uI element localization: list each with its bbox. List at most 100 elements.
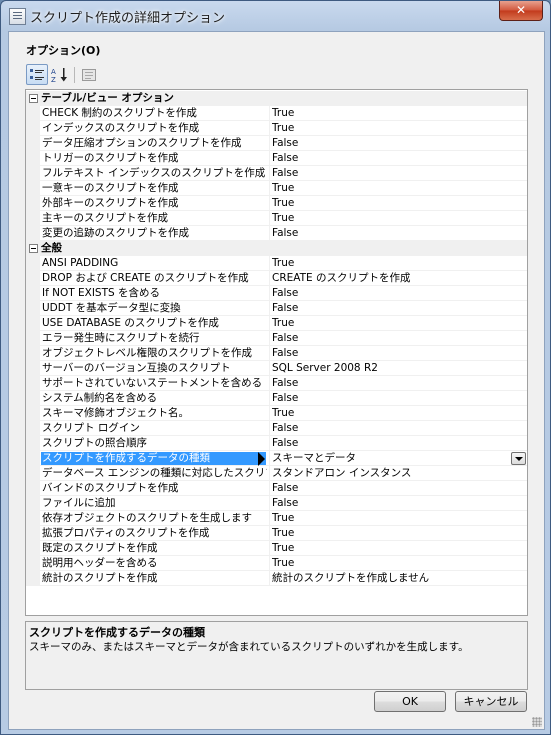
property-name[interactable]: データベース エンジンの種類に対応したスクリプト bbox=[42, 467, 267, 480]
property-row[interactable]: スキーマ修飾オブジェクト名。 True bbox=[26, 406, 527, 421]
property-name[interactable]: スクリプトの照合順序 bbox=[42, 437, 267, 450]
property-row[interactable]: エラー発生時にスクリプトを続行 False bbox=[26, 331, 527, 346]
column-divider[interactable] bbox=[269, 331, 270, 346]
property-row[interactable]: 説明用ヘッダーを含める True bbox=[26, 556, 527, 571]
column-divider[interactable] bbox=[269, 256, 270, 271]
property-row[interactable]: スクリプトを作成するデータの種類 スキーマとデータ bbox=[26, 451, 527, 466]
resize-grip[interactable] bbox=[532, 717, 542, 727]
property-value[interactable]: True bbox=[272, 212, 512, 225]
property-row[interactable]: ANSI PADDING True bbox=[26, 256, 527, 271]
property-row[interactable]: DROP および CREATE のスクリプトを作成 CREATE のスクリプトを作… bbox=[26, 271, 527, 286]
property-name[interactable]: UDDT を基本データ型に変換 bbox=[42, 302, 267, 315]
column-divider[interactable] bbox=[269, 181, 270, 196]
property-name[interactable]: 統計のスクリプトを作成 bbox=[42, 572, 267, 585]
property-name[interactable]: データ圧縮オプションのスクリプトを作成 bbox=[42, 137, 267, 150]
alphabetical-button[interactable]: A Z bbox=[49, 64, 71, 85]
column-divider[interactable] bbox=[269, 526, 270, 541]
property-value[interactable]: True bbox=[272, 257, 512, 270]
property-value[interactable]: False bbox=[272, 347, 512, 360]
category-row[interactable]: 全般 bbox=[26, 241, 527, 256]
property-row[interactable]: USE DATABASE のスクリプトを作成 True bbox=[26, 316, 527, 331]
property-name[interactable]: システム制約名を含める bbox=[42, 392, 267, 405]
property-name[interactable]: USE DATABASE のスクリプトを作成 bbox=[42, 317, 267, 330]
column-divider[interactable] bbox=[269, 136, 270, 151]
property-value[interactable]: False bbox=[272, 437, 512, 450]
category-row[interactable]: テーブル/ビュー オプション bbox=[26, 91, 527, 106]
column-divider[interactable] bbox=[269, 226, 270, 241]
property-value[interactable]: True bbox=[272, 407, 512, 420]
property-row[interactable]: データ圧縮オプションのスクリプトを作成 False bbox=[26, 136, 527, 151]
property-row[interactable]: 統計のスクリプトを作成 統計のスクリプトを作成しません bbox=[26, 571, 527, 586]
property-row[interactable]: スクリプト ログイン False bbox=[26, 421, 527, 436]
property-name[interactable]: オブジェクトレベル権限のスクリプトを作成 bbox=[42, 347, 267, 360]
column-divider[interactable] bbox=[269, 391, 270, 406]
column-divider[interactable] bbox=[269, 361, 270, 376]
property-value[interactable]: False bbox=[272, 392, 512, 405]
property-value[interactable]: CREATE のスクリプトを作成 bbox=[272, 272, 512, 285]
property-name[interactable]: 依存オブジェクトのスクリプトを生成します bbox=[42, 512, 267, 525]
property-row[interactable]: オブジェクトレベル権限のスクリプトを作成 False bbox=[26, 346, 527, 361]
column-divider[interactable] bbox=[269, 376, 270, 391]
property-value[interactable]: False bbox=[272, 167, 512, 180]
property-value[interactable]: スタンドアロン インスタンス bbox=[272, 467, 512, 480]
property-name[interactable]: スクリプト ログイン bbox=[42, 422, 267, 435]
property-name[interactable]: インデックスのスクリプトを作成 bbox=[42, 122, 267, 135]
property-name[interactable]: 外部キーのスクリプトを作成 bbox=[42, 197, 267, 210]
collapse-toggle-icon[interactable] bbox=[29, 94, 38, 103]
property-row[interactable]: 変更の追跡のスクリプトを作成 False bbox=[26, 226, 527, 241]
property-value[interactable]: True bbox=[272, 542, 512, 555]
column-divider[interactable] bbox=[269, 211, 270, 226]
property-name[interactable]: ANSI PADDING bbox=[42, 257, 267, 270]
property-row[interactable]: 既定のスクリプトを作成 True bbox=[26, 541, 527, 556]
property-row[interactable]: 主キーのスクリプトを作成 True bbox=[26, 211, 527, 226]
property-name[interactable]: DROP および CREATE のスクリプトを作成 bbox=[42, 272, 267, 285]
property-value[interactable]: True bbox=[272, 527, 512, 540]
property-value[interactable]: True bbox=[272, 512, 512, 525]
property-value[interactable]: True bbox=[272, 122, 512, 135]
property-name[interactable]: サポートされていないステートメントを含める bbox=[42, 377, 267, 390]
property-name[interactable]: 主キーのスクリプトを作成 bbox=[42, 212, 267, 225]
property-row[interactable]: 依存オブジェクトのスクリプトを生成します True bbox=[26, 511, 527, 526]
property-value[interactable]: False bbox=[272, 137, 512, 150]
close-button[interactable]: ✕ bbox=[499, 1, 543, 21]
column-divider[interactable] bbox=[269, 451, 270, 466]
property-row[interactable]: 拡張プロパティのスクリプトを作成 True bbox=[26, 526, 527, 541]
property-row[interactable]: フルテキスト インデックスのスクリプトを作成 False bbox=[26, 166, 527, 181]
property-name[interactable]: If NOT EXISTS を含める bbox=[42, 287, 267, 300]
property-row[interactable]: サポートされていないステートメントを含める False bbox=[26, 376, 527, 391]
property-value[interactable]: False bbox=[272, 377, 512, 390]
cancel-button[interactable]: キャンセル bbox=[455, 691, 527, 712]
property-value[interactable]: True bbox=[272, 557, 512, 570]
column-divider[interactable] bbox=[269, 436, 270, 451]
property-row[interactable]: データベース エンジンの種類に対応したスクリプト スタンドアロン インスタンス bbox=[26, 466, 527, 481]
dropdown-arrow-icon[interactable] bbox=[511, 452, 526, 465]
property-name[interactable]: スクリプトを作成するデータの種類 bbox=[41, 452, 266, 465]
property-value[interactable]: False bbox=[272, 482, 512, 495]
property-name[interactable]: CHECK 制約のスクリプトを作成 bbox=[42, 107, 267, 120]
column-divider[interactable] bbox=[269, 106, 270, 121]
ok-button[interactable]: OK bbox=[374, 691, 446, 712]
property-row[interactable]: バインドのスクリプトを作成 False bbox=[26, 481, 527, 496]
property-value[interactable]: False bbox=[272, 332, 512, 345]
column-divider[interactable] bbox=[269, 406, 270, 421]
column-divider[interactable] bbox=[269, 301, 270, 316]
column-divider[interactable] bbox=[269, 151, 270, 166]
property-name[interactable]: バインドのスクリプトを作成 bbox=[42, 482, 267, 495]
collapse-toggle-icon[interactable] bbox=[29, 244, 38, 253]
column-divider[interactable] bbox=[269, 556, 270, 571]
property-value[interactable]: True bbox=[272, 182, 512, 195]
column-divider[interactable] bbox=[269, 196, 270, 211]
property-name[interactable]: トリガーのスクリプトを作成 bbox=[42, 152, 267, 165]
property-value[interactable]: False bbox=[272, 152, 512, 165]
property-name[interactable]: 説明用ヘッダーを含める bbox=[42, 557, 267, 570]
property-value[interactable]: True bbox=[272, 197, 512, 210]
property-value[interactable]: スキーマとデータ bbox=[272, 452, 512, 465]
property-name[interactable]: サーバーのバージョン互換のスクリプト bbox=[42, 362, 267, 375]
property-row[interactable]: UDDT を基本データ型に変換 False bbox=[26, 301, 527, 316]
property-value[interactable]: True bbox=[272, 107, 512, 120]
property-row[interactable]: If NOT EXISTS を含める False bbox=[26, 286, 527, 301]
property-name[interactable]: ファイルに追加 bbox=[42, 497, 267, 510]
column-divider[interactable] bbox=[269, 286, 270, 301]
column-divider[interactable] bbox=[269, 121, 270, 136]
property-name[interactable]: エラー発生時にスクリプトを続行 bbox=[42, 332, 267, 345]
